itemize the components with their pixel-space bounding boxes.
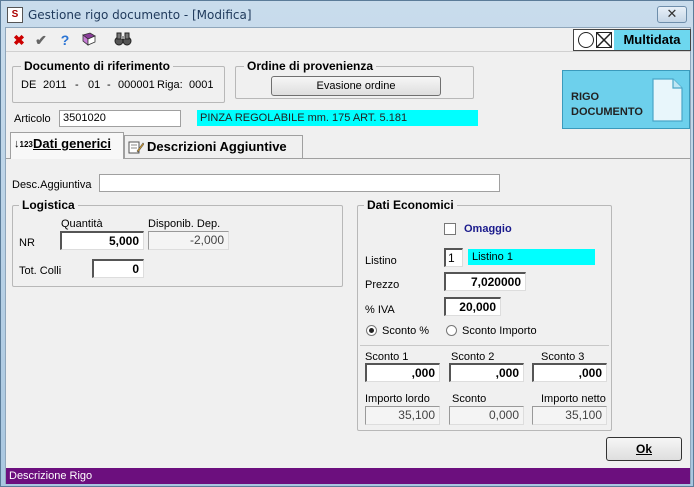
lordo-label: Importo lordo bbox=[365, 393, 430, 405]
prezzo-label: Prezzo bbox=[365, 279, 400, 291]
prezzo-field[interactable]: 7,020000 bbox=[444, 272, 526, 291]
doc-separator: - bbox=[75, 79, 79, 91]
sconto-importo-radio[interactable] bbox=[446, 325, 457, 336]
help-icon[interactable]: ? bbox=[56, 31, 74, 49]
client-area: ✖ ✔ ? Multidata Documento di riferimento… bbox=[5, 27, 691, 484]
app-icon: S bbox=[7, 7, 23, 23]
sconto-total-label: Sconto bbox=[452, 393, 487, 405]
tab-dati-generici[interactable]: ↓123 Dati generici bbox=[10, 132, 124, 159]
ok-button[interactable]: Ok bbox=[606, 437, 682, 461]
desc-aggiuntiva-input[interactable] bbox=[99, 174, 500, 192]
quantita-field[interactable]: 5,000 bbox=[60, 231, 144, 250]
doc-anno: 2011 bbox=[43, 79, 67, 91]
badge-line2: DOCUMENTO bbox=[571, 106, 643, 118]
documento-group-title: Documento di riferimento bbox=[21, 59, 174, 73]
title-bar[interactable]: S Gestione rigo documento - [Modifica] ✕ bbox=[2, 2, 694, 27]
window: S Gestione rigo documento - [Modifica] ✕… bbox=[0, 0, 694, 487]
economici-group-title: Dati Economici bbox=[364, 198, 457, 212]
multidata-logo: Multidata bbox=[573, 29, 691, 51]
listino-number-field[interactable]: 1 bbox=[444, 248, 463, 267]
ordine-group-title: Ordine di provenienza bbox=[244, 59, 377, 73]
listino-label: Listino bbox=[365, 255, 397, 267]
tab-label: Dati generici bbox=[33, 136, 112, 151]
crossed-square-icon bbox=[596, 32, 612, 48]
logistica-group-title: Logistica bbox=[19, 198, 78, 212]
doc-serie: 01 bbox=[88, 79, 101, 91]
netto-field: 35,100 bbox=[532, 406, 607, 425]
circle-icon bbox=[578, 32, 594, 48]
sconto2-field[interactable]: ,000 bbox=[449, 363, 524, 382]
listino-name: Listino 1 bbox=[468, 249, 595, 265]
brand-name: Multidata bbox=[614, 30, 690, 50]
binoculars-icon[interactable] bbox=[114, 31, 132, 49]
sconto2-label: Sconto 2 bbox=[451, 351, 495, 363]
economici-group: Dati Economici Omaggio Listino 1 Listino… bbox=[357, 198, 612, 431]
tab-label: Descrizioni Aggiuntive bbox=[147, 139, 287, 154]
window-title: Gestione rigo documento - [Modifica] bbox=[28, 8, 252, 22]
sconto3-field[interactable]: ,000 bbox=[532, 363, 607, 382]
tab-descrizioni-aggiuntive[interactable]: Descrizioni Aggiuntive bbox=[124, 135, 303, 158]
articolo-description: PINZA REGOLABILE mm. 175 ART. 5.181 bbox=[197, 110, 478, 126]
colli-field[interactable]: 0 bbox=[92, 259, 144, 278]
doc-separator: - bbox=[107, 79, 111, 91]
sort-numbers-icon: ↓123 bbox=[14, 138, 33, 150]
omaggio-label: Omaggio bbox=[464, 223, 512, 235]
badge-line1: RIGO bbox=[571, 91, 600, 103]
sconto1-label: Sconto 1 bbox=[365, 351, 409, 363]
disponib-field: -2,000 bbox=[148, 231, 229, 250]
doc-riga: 0001 bbox=[189, 79, 214, 91]
disponib-label: Disponib. Dep. bbox=[148, 218, 221, 230]
sconto-importo-label: Sconto Importo bbox=[462, 325, 537, 337]
articolo-code-field[interactable]: 3501020 bbox=[59, 110, 181, 127]
um-label: NR bbox=[19, 237, 35, 249]
colli-label: Tot. Colli bbox=[19, 265, 62, 277]
tab-panel: Desc.Aggiuntiva Logistica Quantità Dispo… bbox=[6, 158, 690, 468]
doc-numero: 000001 bbox=[118, 79, 155, 91]
toolbar: ✖ ✔ ? Multidata bbox=[6, 28, 691, 52]
sconto-percent-radio[interactable] bbox=[366, 325, 377, 336]
netto-label: Importo netto bbox=[541, 393, 606, 405]
divider bbox=[360, 345, 609, 346]
documento-group: Documento di riferimento DE 2011 - 01 - … bbox=[12, 59, 225, 103]
book-icon[interactable] bbox=[80, 31, 98, 49]
quantita-label: Quantità bbox=[61, 218, 103, 230]
status-bar: Descrizione Rigo bbox=[6, 468, 690, 484]
ordine-group: Ordine di provenienza Evasione ordine bbox=[235, 59, 474, 99]
iva-label: % IVA bbox=[365, 304, 395, 316]
articolo-label: Articolo bbox=[14, 113, 51, 125]
close-button[interactable]: ✕ bbox=[657, 6, 687, 23]
sconto3-label: Sconto 3 bbox=[541, 351, 585, 363]
iva-field[interactable]: 20,000 bbox=[444, 297, 501, 316]
riga-label: Riga: bbox=[157, 79, 183, 91]
rigo-documento-badge: RIGO DOCUMENTO bbox=[562, 70, 690, 129]
confirm-check-icon[interactable]: ✔ bbox=[32, 31, 50, 49]
doc-tipo: DE bbox=[21, 79, 37, 91]
logistica-group: Logistica Quantità Disponib. Dep. NR 5,0… bbox=[12, 198, 343, 287]
evasione-ordine-button[interactable]: Evasione ordine bbox=[271, 76, 441, 96]
document-icon bbox=[651, 77, 684, 123]
sconto-percent-label: Sconto % bbox=[382, 325, 430, 337]
omaggio-checkbox[interactable] bbox=[444, 223, 456, 235]
ok-label: Ok bbox=[635, 442, 652, 456]
sconto1-field[interactable]: ,000 bbox=[365, 363, 440, 382]
lordo-field: 35,100 bbox=[365, 406, 440, 425]
sconto-total-field: 0,000 bbox=[449, 406, 524, 425]
notepad-pencil-icon bbox=[128, 140, 145, 154]
cancel-icon[interactable]: ✖ bbox=[10, 31, 28, 49]
desc-aggiuntiva-label: Desc.Aggiuntiva bbox=[12, 179, 92, 191]
